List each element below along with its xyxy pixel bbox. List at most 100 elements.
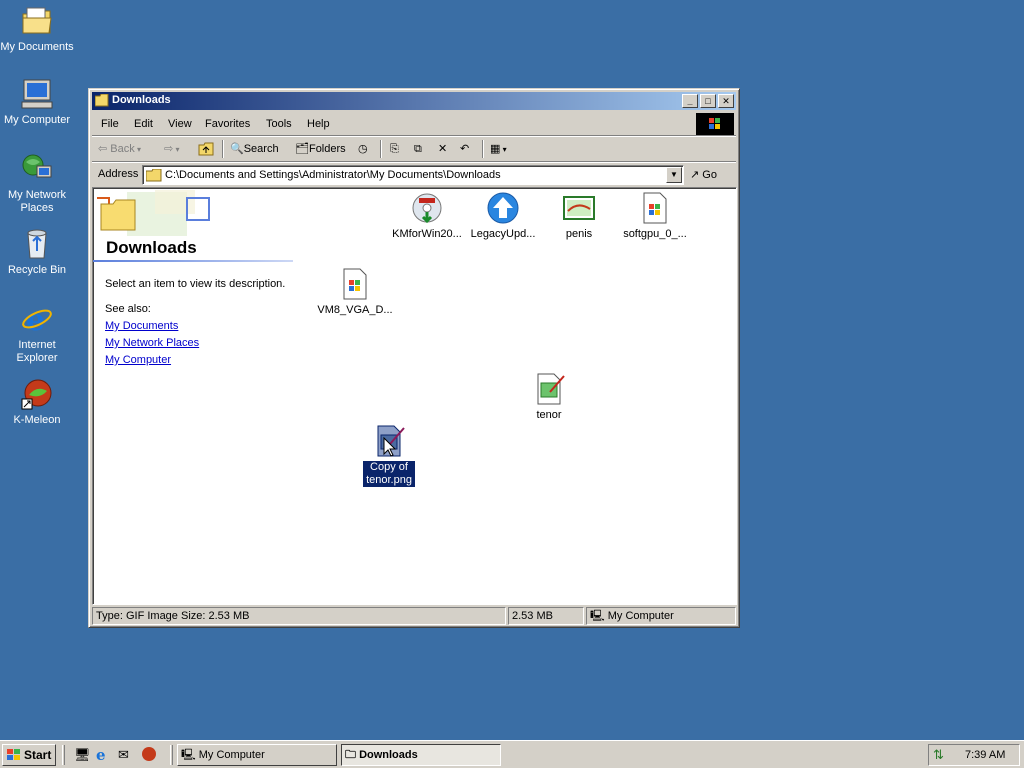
file-label: VM8_VGA_D... — [317, 304, 393, 316]
history-button[interactable]: ◷ — [358, 141, 368, 157]
see-also-label: See also: — [105, 303, 151, 315]
desktop-icon-label: K-Meleon — [13, 414, 61, 426]
search-button[interactable]: 🔍Search — [230, 141, 279, 157]
go-label: Go — [702, 169, 717, 181]
views-icon: ▦ — [490, 143, 501, 155]
desktop-icon-k-meleon[interactable]: K-Meleon — [0, 377, 75, 427]
undo-button[interactable]: ↶ — [460, 141, 469, 157]
dropdown-arrow-icon: ▾ — [500, 145, 507, 154]
desktop-icon-label: Recycle Bin — [7, 264, 67, 276]
go-button[interactable]: ↗ Go — [690, 166, 734, 184]
file-item[interactable]: KMforWin20... — [387, 191, 467, 241]
taskbar-grip — [170, 745, 173, 765]
desktop-icon-recycle-bin[interactable]: Recycle Bin — [0, 227, 75, 277]
task-button-my-computer[interactable]: 🖳 My Computer — [177, 744, 337, 766]
link-my-computer[interactable]: My Computer — [105, 354, 171, 366]
task-button-downloads[interactable]: 🗀 Downloads — [341, 744, 501, 766]
file-label: penis — [565, 228, 593, 240]
search-icon: 🔍 — [230, 143, 244, 155]
png-image-icon — [377, 425, 405, 457]
maximize-button[interactable]: □ — [700, 94, 716, 108]
dropdown-arrow-icon: ▾ — [134, 145, 141, 154]
address-value: C:\Documents and Settings\Administrator\… — [165, 169, 501, 181]
minimize-button[interactable]: _ — [682, 94, 698, 108]
views-button[interactable]: ▦ ▾ — [490, 141, 507, 157]
back-label: Back — [110, 143, 135, 155]
folder-view[interactable]: Downloads Select an item to view its des… — [92, 187, 737, 605]
folders-button[interactable]: 🗂Folders — [295, 141, 346, 157]
file-item[interactable]: VM8_VGA_D... — [315, 267, 395, 317]
my-computer-small-icon: 🖳 — [181, 749, 196, 761]
start-button[interactable]: Start — [2, 744, 56, 766]
folders-label: Folders — [308, 143, 346, 155]
file-item[interactable]: softgpu_0_... — [615, 191, 695, 241]
delete-button[interactable]: ✕ — [438, 141, 447, 157]
title-bar[interactable]: Downloads _ □ ✕ — [92, 92, 736, 110]
file-item[interactable]: LegacyUpd... — [463, 191, 543, 241]
menu-tools[interactable]: Tools — [266, 118, 292, 130]
menu-favorites[interactable]: Favorites — [205, 118, 250, 130]
installer-disc-icon — [412, 193, 442, 224]
desktop-icon-internet-explorer[interactable]: e Internet Explorer — [0, 302, 75, 365]
search-label: Search — [243, 143, 279, 155]
desktop-icon-my-computer[interactable]: My Computer — [0, 77, 75, 127]
minimize-icon: _ — [687, 96, 693, 106]
outlook-express-icon[interactable]: ✉ — [118, 747, 129, 763]
status-bar: Type: GIF Image Size: 2.53 MB 2.53 MB 🖳 … — [92, 607, 736, 625]
file-label: tenor — [536, 409, 562, 421]
back-button[interactable]: ⇦ Back ▾ — [98, 141, 141, 157]
history-icon: ◷ — [358, 143, 368, 155]
network-places-icon — [22, 154, 52, 178]
up-folder-button[interactable] — [198, 141, 214, 157]
status-zone-label: My Computer — [607, 610, 674, 622]
file-item[interactable]: penis — [539, 191, 619, 241]
standard-toolbar: ⇦ Back ▾ ⇨ ▾ 🔍Search 🗂Folders ◷ ⎘ ⧉ ✕ ↶ … — [92, 137, 736, 161]
forward-button[interactable]: ⇨ ▾ — [164, 141, 179, 157]
pane-description: Select an item to view its description. — [105, 278, 286, 290]
up-folder-icon — [198, 142, 214, 156]
copy-to-icon: ⧉ — [414, 143, 422, 155]
address-input[interactable]: C:\Documents and Settings\Administrator\… — [142, 165, 684, 185]
show-desktop-icon[interactable]: 🖥 — [74, 747, 91, 763]
move-to-button[interactable]: ⎘ — [390, 141, 399, 157]
menu-help[interactable]: Help — [307, 118, 330, 130]
menu-edit[interactable]: Edit — [134, 118, 153, 130]
copy-to-button[interactable]: ⧉ — [414, 141, 422, 157]
toolbar-separator — [380, 140, 382, 158]
chevron-down-icon: ▼ — [670, 170, 678, 179]
status-info: Type: GIF Image Size: 2.53 MB — [92, 607, 506, 625]
menu-view[interactable]: View — [168, 118, 192, 130]
network-tray-icon[interactable]: ⇅ — [933, 747, 944, 763]
link-my-network-places[interactable]: My Network Places — [105, 337, 199, 349]
close-button[interactable]: ✕ — [718, 94, 734, 108]
toolbar-separator — [482, 140, 484, 158]
k-meleon-icon — [21, 379, 52, 410]
task-label: Downloads — [359, 749, 418, 761]
k-meleon-icon[interactable] — [142, 747, 156, 761]
explorer-window[interactable]: Downloads _ □ ✕ File Edit View Favorites… — [88, 88, 740, 628]
menu-file[interactable]: File — [101, 118, 119, 130]
taskbar-grip — [62, 745, 65, 765]
clock[interactable]: 7:39 AM — [965, 749, 1005, 761]
file-item[interactable]: tenor — [509, 372, 589, 422]
start-label: Start — [24, 748, 52, 762]
gif-image-icon — [537, 373, 565, 405]
image-file-icon — [563, 196, 595, 220]
move-to-icon: ⎘ — [390, 143, 399, 155]
internet-explorer-icon[interactable]: e — [96, 746, 106, 764]
pane-divider — [93, 260, 293, 262]
file-label: LegacyUpd... — [470, 228, 536, 240]
address-dropdown-button[interactable]: ▼ — [666, 167, 682, 183]
desktop-icon-label: My Computer — [3, 114, 71, 126]
desktop-icon-my-documents[interactable]: My Documents — [0, 4, 75, 54]
status-size: 2.53 MB — [508, 607, 584, 625]
link-my-documents[interactable]: My Documents — [105, 320, 178, 332]
delete-icon: ✕ — [438, 143, 448, 155]
setup-file-icon — [343, 268, 367, 300]
window-title: Downloads — [112, 94, 171, 106]
windows-flag-icon — [7, 749, 20, 760]
file-label: softgpu_0_... — [623, 228, 687, 240]
folders-icon: 🗂 — [295, 143, 309, 155]
desktop-icon-network-places[interactable]: My Network Places — [0, 152, 75, 215]
file-item-selected[interactable]: Copy of tenor.png — [349, 424, 429, 487]
